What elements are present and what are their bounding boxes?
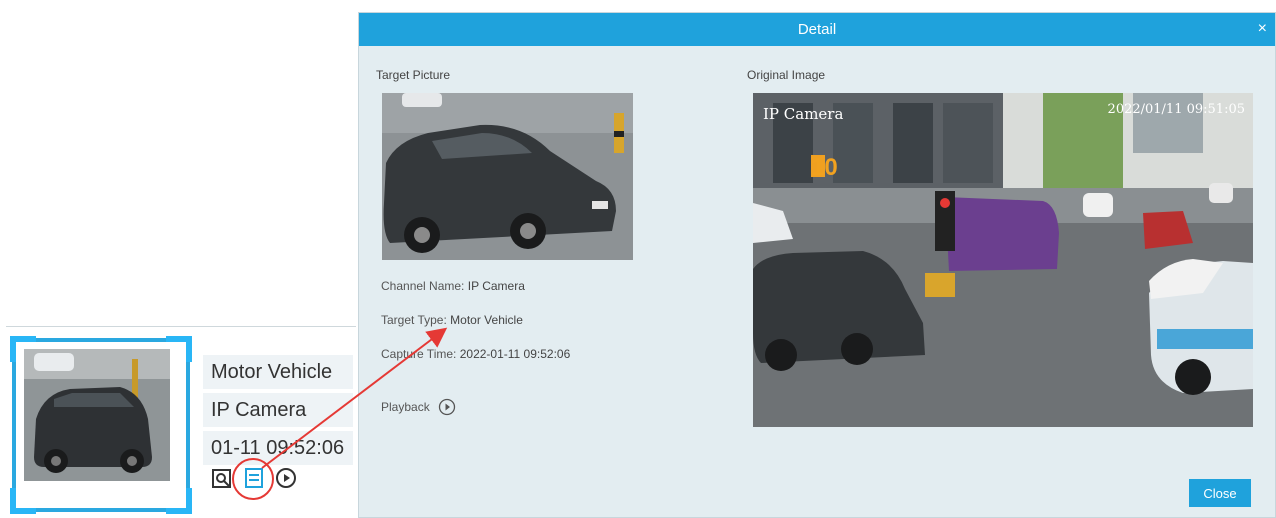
- channel-name-field: Channel Name: IP Camera: [381, 279, 525, 293]
- dialog-titlebar: Detail ×: [359, 13, 1275, 46]
- card-channel-name: IP Camera: [203, 393, 353, 427]
- frame-corner: [166, 488, 192, 514]
- original-image-label: Original Image: [747, 68, 826, 82]
- playback-button[interactable]: Playback: [381, 398, 456, 416]
- capture-time-value: 2022-01-11 09:52:06: [459, 347, 571, 361]
- capture-time-field: Capture Time: 2022-01-11 09:52:06: [381, 347, 570, 361]
- osd-camera-label: IP Camera: [763, 105, 843, 123]
- zoom-image-icon[interactable]: [211, 467, 233, 489]
- capture-card[interactable]: Motor Vehicle IP Camera 01-11 09:52:06: [6, 326, 356, 518]
- svg-text:10: 10: [811, 154, 838, 181]
- target-picture: [382, 93, 633, 260]
- target-type-label: Target Type:: [381, 313, 447, 327]
- capture-thumbnail[interactable]: [24, 349, 170, 481]
- target-type-field: Target Type: Motor Vehicle: [381, 313, 523, 327]
- detail-dialog: Detail × Target Picture Original Image C…: [358, 12, 1276, 518]
- target-type-value: Motor Vehicle: [450, 313, 523, 327]
- channel-name-value: IP Camera: [467, 279, 525, 293]
- close-button[interactable]: Close: [1189, 479, 1251, 507]
- screen: Motor Vehicle IP Camera 01-11 09:52:06 D…: [0, 0, 1276, 518]
- highlight-circle: [232, 458, 274, 500]
- close-icon[interactable]: ×: [1258, 19, 1267, 39]
- playback-icon[interactable]: [275, 467, 297, 489]
- playback-label: Playback: [381, 400, 430, 414]
- card-target-type: Motor Vehicle: [203, 355, 353, 389]
- channel-name-label: Channel Name:: [381, 279, 465, 293]
- original-image: IP Camera 2022/01/11 09:51:05 10: [753, 93, 1253, 427]
- osd-timestamp: 2022/01/11 09:51:05: [1108, 102, 1245, 117]
- frame-corner: [10, 488, 36, 514]
- target-picture-label: Target Picture: [376, 68, 451, 82]
- dialog-title: Detail: [797, 21, 837, 38]
- play-circle-icon: [438, 398, 455, 416]
- capture-time-label: Capture Time:: [381, 347, 457, 361]
- card-capture-time: 01-11 09:52:06: [203, 431, 353, 465]
